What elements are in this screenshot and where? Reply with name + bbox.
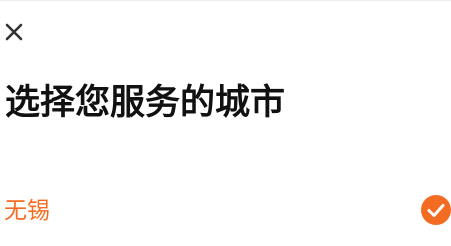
page-title: 选择您服务的城市 [5, 83, 286, 123]
city-item-wuxi[interactable]: 无锡 [0, 188, 451, 236]
close-button[interactable] [0, 18, 28, 46]
selected-check-icon [421, 195, 451, 225]
close-icon [5, 23, 23, 41]
city-name: 无锡 [4, 198, 50, 224]
top-divider [0, 0, 451, 1]
